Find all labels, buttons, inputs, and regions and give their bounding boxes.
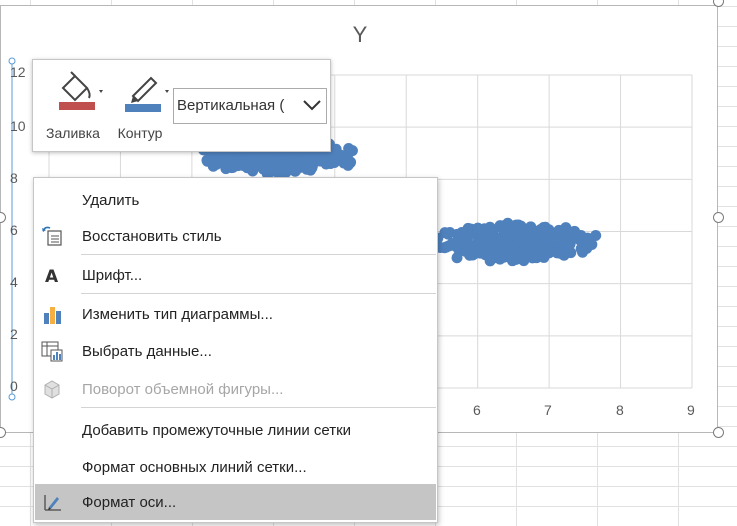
data-point[interactable]: [446, 237, 458, 249]
menu-item-label: Формат оси...: [82, 494, 177, 511]
menu-item-add-minor-gridlines[interactable]: Добавить промежуточные линии сетки: [35, 412, 436, 448]
menu-item-label: Формат основных линий сетки...: [82, 459, 307, 476]
data-point[interactable]: [224, 151, 236, 163]
data-point[interactable]: [483, 245, 495, 257]
menu-separator: [81, 407, 436, 408]
outline-button[interactable]: Контур: [105, 66, 175, 146]
menu-item-font[interactable]: A Шрифт...: [35, 257, 436, 293]
menu-item-3d-rotation[interactable]: Поворот объемной фигуры...: [35, 371, 436, 407]
menu-separator: [81, 254, 436, 255]
x-tick-label: 8: [616, 402, 624, 418]
data-point[interactable]: [553, 224, 565, 236]
chart-element-selector[interactable]: Вертикальная (: [173, 88, 327, 124]
x-tick-label: 9: [687, 402, 695, 418]
menu-item-label: Удалить: [82, 192, 140, 209]
y-tick-label: 0: [10, 378, 18, 394]
menu-item-label: Шрифт...: [82, 267, 143, 284]
axis-selection-handle[interactable]: [8, 393, 16, 401]
menu-separator: [81, 293, 436, 294]
select-data-icon: [41, 341, 63, 362]
fill-button[interactable]: Заливка: [38, 66, 108, 146]
menu-item-label: Выбрать данные...: [82, 343, 212, 360]
3d-rotation-icon: [44, 380, 60, 399]
format-axis-icon: [44, 495, 61, 511]
data-point[interactable]: [525, 226, 537, 238]
x-tick-label: 6: [473, 402, 481, 418]
data-point[interactable]: [540, 241, 552, 253]
mini-format-toolbar: Заливка Контур Вертикальная (: [32, 59, 331, 152]
data-point[interactable]: [305, 164, 317, 176]
reset-style-icon: [42, 226, 62, 246]
data-point[interactable]: [490, 233, 502, 245]
svg-text:A: A: [45, 267, 59, 286]
font-icon: A: [45, 267, 59, 286]
y-tick-label: 12: [10, 64, 26, 80]
data-point[interactable]: [472, 222, 484, 234]
data-point[interactable]: [330, 143, 342, 155]
pen-icon: [125, 76, 169, 112]
menu-item-label: Добавить промежуточные линии сетки: [82, 422, 352, 439]
fill-label: Заливка: [46, 125, 100, 141]
data-point[interactable]: [510, 219, 522, 231]
data-point[interactable]: [508, 243, 520, 255]
resize-handle-bottom-right[interactable]: [713, 427, 724, 438]
data-point[interactable]: [343, 143, 355, 155]
resize-handle-right[interactable]: [713, 212, 724, 223]
menu-item-format-axis[interactable]: Формат оси...: [35, 484, 436, 520]
data-point[interactable]: [470, 241, 482, 253]
y-tick-label: 8: [10, 170, 18, 186]
data-point[interactable]: [526, 251, 538, 263]
menu-item-format-major-gridlines[interactable]: Формат основных линий сетки...: [35, 449, 436, 485]
menu-item-select-data[interactable]: Выбрать данные...: [35, 333, 436, 369]
data-point[interactable]: [458, 233, 470, 245]
menu-item-label: Изменить тип диаграммы...: [82, 306, 273, 323]
chart-type-icon: [44, 307, 61, 324]
data-point[interactable]: [236, 158, 248, 170]
menu-item-reset-style[interactable]: Восстановить стиль: [35, 218, 436, 254]
chart-element-selector-value: Вертикальная (: [177, 97, 285, 114]
menu-item-label: Поворот объемной фигуры...: [82, 381, 284, 398]
data-point[interactable]: [564, 238, 576, 250]
menu-item-delete[interactable]: Удалить: [35, 182, 436, 218]
data-point[interactable]: [586, 238, 598, 250]
data-point[interactable]: [265, 155, 277, 167]
y-tick-label: 6: [10, 222, 18, 238]
menu-item-change-chart-type[interactable]: Изменить тип диаграммы...: [35, 296, 436, 332]
context-menu: Удалить Восстановить стиль A Шрифт... Из…: [33, 177, 438, 523]
y-tick-label: 4: [10, 274, 18, 290]
outline-label: Контур: [117, 125, 163, 141]
x-tick-label: 7: [544, 402, 552, 418]
data-point[interactable]: [323, 152, 335, 164]
menu-item-label: Восстановить стиль: [82, 228, 222, 245]
data-point[interactable]: [451, 252, 463, 264]
paint-bucket-icon: [59, 71, 103, 110]
chart-title[interactable]: Y: [340, 22, 380, 48]
chevron-down-icon: [303, 100, 321, 111]
data-point[interactable]: [551, 247, 563, 259]
y-tick-label: 2: [10, 326, 18, 342]
data-point[interactable]: [342, 159, 354, 171]
data-point[interactable]: [575, 243, 587, 255]
y-tick-label: 10: [10, 118, 26, 134]
